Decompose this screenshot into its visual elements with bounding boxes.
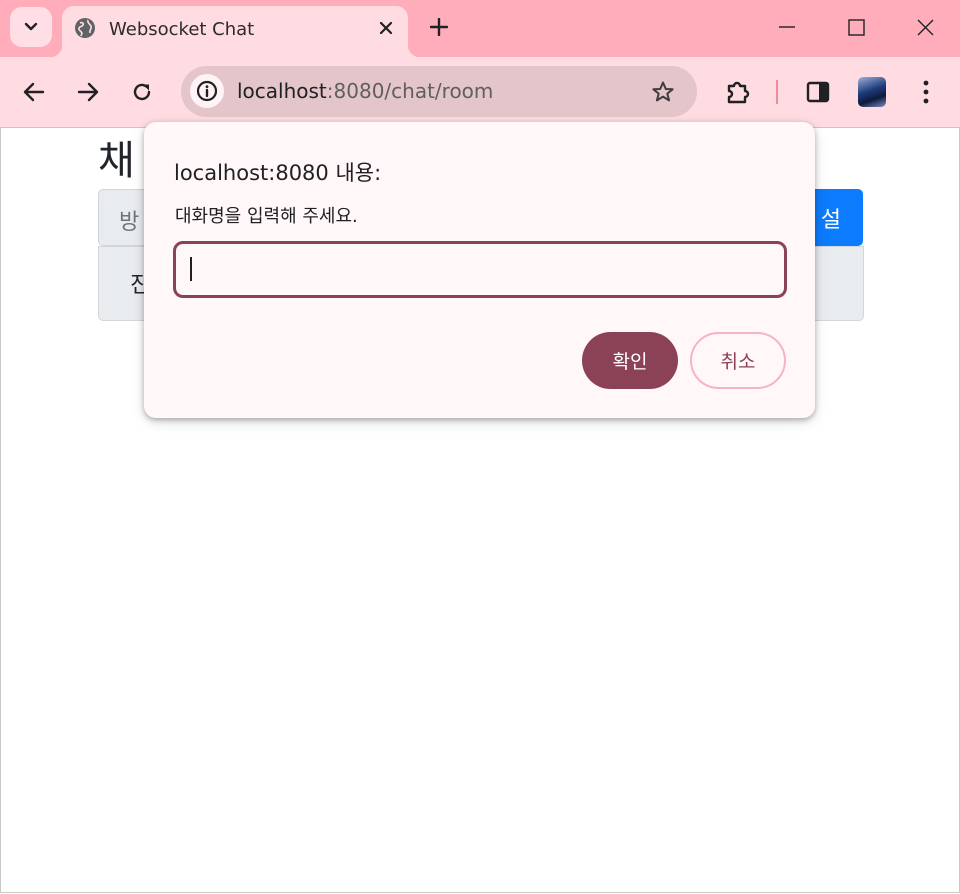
tab-websocket-chat[interactable]: Websocket Chat	[50, 6, 420, 57]
reload-button[interactable]	[126, 76, 158, 108]
tab-search-button[interactable]	[10, 7, 52, 47]
maximize-button[interactable]	[833, 8, 879, 46]
plus-icon	[430, 18, 448, 36]
side-panel-button[interactable]	[802, 76, 834, 108]
dialog-message: 대화명을 입력해 주세요.	[175, 206, 358, 227]
star-icon	[652, 81, 674, 102]
text-caret	[190, 257, 192, 281]
nickname-input[interactable]	[173, 241, 787, 298]
forward-button[interactable]	[72, 76, 104, 108]
url-path: :8080/chat/room	[326, 79, 494, 103]
toolbar-separator	[776, 80, 778, 104]
tab-strip: Websocket Chat	[0, 0, 960, 57]
chevron-down-icon	[24, 22, 38, 31]
site-info-button[interactable]	[190, 74, 224, 108]
extensions-icon	[727, 81, 750, 104]
bookmark-button[interactable]	[648, 77, 678, 107]
tab-close-button[interactable]	[375, 17, 397, 39]
create-room-label: 설	[820, 208, 841, 233]
address-bar[interactable]: localhost:8080/chat/room	[181, 66, 697, 117]
back-icon	[23, 82, 45, 102]
minimize-icon	[779, 26, 795, 28]
more-menu-button[interactable]	[910, 76, 942, 108]
page-title: 채	[98, 138, 135, 184]
window-close-button[interactable]	[902, 8, 948, 46]
minimize-button[interactable]	[764, 8, 810, 46]
close-icon	[379, 21, 393, 35]
extensions-button[interactable]	[722, 76, 754, 108]
profile-avatar[interactable]	[858, 77, 886, 107]
room-input-label: 방	[119, 210, 140, 235]
prompt-dialog: localhost:8080 내용: 대화명을 입력해 주세요. 확인 취소	[144, 122, 815, 418]
ok-button[interactable]: 확인	[582, 332, 678, 389]
window-close-icon	[917, 19, 933, 35]
side-panel-icon	[806, 81, 830, 103]
url-host: localhost	[237, 79, 327, 103]
browser-toolbar: localhost:8080/chat/room	[0, 57, 960, 128]
cancel-button[interactable]: 취소	[690, 332, 786, 389]
dialog-title: localhost:8080 내용:	[174, 161, 382, 185]
tab-title: Websocket Chat	[109, 19, 255, 40]
new-tab-button[interactable]	[426, 14, 452, 40]
url-text[interactable]: localhost:8080/chat/room	[237, 79, 493, 103]
reload-icon	[133, 83, 151, 101]
forward-icon	[77, 82, 99, 102]
globe-icon	[75, 18, 95, 38]
back-button[interactable]	[18, 76, 50, 108]
maximize-icon	[847, 18, 865, 36]
info-icon	[196, 80, 218, 102]
more-menu-icon	[923, 80, 929, 104]
